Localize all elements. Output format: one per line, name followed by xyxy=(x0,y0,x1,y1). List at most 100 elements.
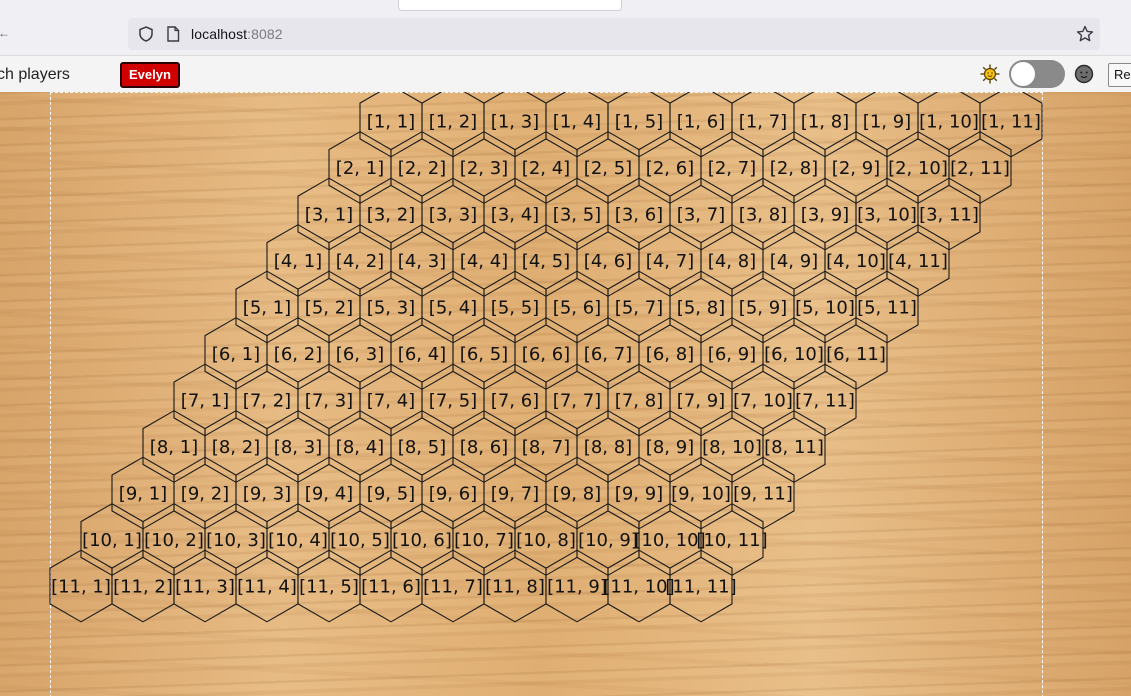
hex-cell-label: [7, 11] xyxy=(795,391,855,412)
hex-cell-label: [8, 1] xyxy=(150,437,198,458)
hex-cell-label: [6, 6] xyxy=(522,344,570,365)
hex-cell-label: [9, 3] xyxy=(243,484,291,505)
hex-cell-label: [7, 4] xyxy=(367,391,415,412)
address-bar[interactable]: localhost:8082 xyxy=(128,18,1100,50)
hex-cell-label: [4, 10] xyxy=(826,251,886,272)
hex-cell-label: [5, 7] xyxy=(615,298,663,319)
hex-cell-label: [3, 6] xyxy=(615,205,663,226)
hex-cell-label: [3, 8] xyxy=(739,205,787,226)
hex-board: [1, 1] [1, 2] [1, 3] [1, 4] [1, 5] [1, 6] [1, … xyxy=(49,92,1043,623)
sun-icon xyxy=(980,64,1000,84)
hex-cell-label: [11, 1] xyxy=(51,577,111,598)
hex-cell-label: [11, 5] xyxy=(299,577,359,598)
hex-cell-label: [9, 2] xyxy=(181,484,229,505)
hex-cell-label: [7, 10] xyxy=(733,391,793,412)
hex-cell-label: [6, 8] xyxy=(646,344,694,365)
hex-cell-label: [10, 9] xyxy=(578,530,638,551)
hex-cell-label: [1, 5] xyxy=(615,112,663,133)
hex-cell-label: [1, 7] xyxy=(739,112,787,133)
hex-cell-label: [11, 11] xyxy=(665,577,736,598)
hex-cell-label: [6, 2] xyxy=(274,344,322,365)
hex-cell-label: [2, 2] xyxy=(398,158,446,179)
hex-cell-label: [9, 10] xyxy=(671,484,731,505)
hex-cell-label: [3, 5] xyxy=(553,205,601,226)
hex-cell-label: [8, 4] xyxy=(336,437,384,458)
hex-cell-label: [2, 8] xyxy=(770,158,818,179)
hex-cell-label: [1, 1] xyxy=(367,112,415,133)
hex-cell-label: [2, 3] xyxy=(460,158,508,179)
hex-cell-label: [3, 7] xyxy=(677,205,725,226)
hex-cell-label: [4, 5] xyxy=(522,251,570,272)
moon-icon xyxy=(1074,64,1094,84)
tab-strip xyxy=(0,0,1131,14)
hex-cell-label: [6, 9] xyxy=(708,344,756,365)
hex-cell-label: [8, 10] xyxy=(702,437,762,458)
hex-cell-label: [6, 11] xyxy=(826,344,886,365)
url-text[interactable]: localhost:8082 xyxy=(191,26,283,42)
hex-cell-label: [8, 3] xyxy=(274,437,322,458)
url-host: localhost xyxy=(191,26,248,42)
hex-cell-label: [11, 3] xyxy=(175,577,235,598)
hex-cell-label: [11, 6] xyxy=(361,577,421,598)
hex-cell-label: [8, 5] xyxy=(398,437,446,458)
hex-cell-label: [4, 11] xyxy=(888,251,948,272)
theme-toggle[interactable] xyxy=(1009,60,1065,88)
hex-cell-label: [7, 5] xyxy=(429,391,477,412)
back-arrow-icon[interactable]: ← xyxy=(0,26,10,42)
reset-button[interactable]: Re xyxy=(1108,63,1131,87)
hex-cell-label: [2, 7] xyxy=(708,158,756,179)
hex-cell-label: [3, 9] xyxy=(801,205,849,226)
hex-cell-label: [11, 4] xyxy=(237,577,297,598)
hex-cell-label: [1, 3] xyxy=(491,112,539,133)
player-badge[interactable]: Evelyn xyxy=(120,62,180,88)
hex-cell-label: [7, 2] xyxy=(243,391,291,412)
hex-cell-label: [8, 11] xyxy=(764,437,824,458)
hex-cell-label: [4, 4] xyxy=(460,251,508,272)
hex-cell-label: [5, 9] xyxy=(739,298,787,319)
hex-cell-label: [4, 8] xyxy=(708,251,756,272)
hex-cell-label: [10, 1] xyxy=(82,530,142,551)
toggle-knob[interactable] xyxy=(1011,62,1035,86)
hex-cell-label: [5, 11] xyxy=(857,298,917,319)
hex-cell-label: [8, 7] xyxy=(522,437,570,458)
hex-cell-label: [10, 3] xyxy=(206,530,266,551)
hex-cell-label: [7, 1] xyxy=(181,391,229,412)
hex-cell-label: [7, 8] xyxy=(615,391,663,412)
hex-cell-label: [9, 4] xyxy=(305,484,353,505)
hex-cell-label: [2, 11] xyxy=(950,158,1010,179)
hex-cell-label: [5, 5] xyxy=(491,298,539,319)
hex-cell-label: [11, 8] xyxy=(485,577,545,598)
hex-cell-label: [9, 7] xyxy=(491,484,539,505)
hex-cell-label: [3, 4] xyxy=(491,205,539,226)
hex-cell-label: [1, 9] xyxy=(863,112,911,133)
hex-cell-label: [11, 7] xyxy=(423,577,483,598)
hex-cell-label: [7, 9] xyxy=(677,391,725,412)
watch-players-label[interactable]: ch players xyxy=(0,66,70,84)
hex-cell-label: [7, 3] xyxy=(305,391,353,412)
hex-cell-label: [8, 6] xyxy=(460,437,508,458)
hex-cell-label: [1, 6] xyxy=(677,112,725,133)
bookmark-star-icon[interactable] xyxy=(1076,25,1094,43)
game-board-area: [1, 1] [1, 2] [1, 3] [1, 4] [1, 5] [1, 6] [1, … xyxy=(0,92,1131,696)
hex-cell-label: [1, 11] xyxy=(981,112,1041,133)
hex-cell-label: [3, 3] xyxy=(429,205,477,226)
hex-cell-label: [4, 3] xyxy=(398,251,446,272)
active-tab[interactable] xyxy=(398,0,622,11)
hex-cell-label: [10, 11] xyxy=(696,530,767,551)
hex-cell-label: [5, 2] xyxy=(305,298,353,319)
shield-icon[interactable] xyxy=(138,26,154,42)
hex-cell-label: [3, 1] xyxy=(305,205,353,226)
hex-cell-label: [6, 5] xyxy=(460,344,508,365)
hex-cell-label: [10, 8] xyxy=(516,530,576,551)
hex-cell-label: [6, 3] xyxy=(336,344,384,365)
hex-cell-label: [6, 4] xyxy=(398,344,446,365)
hex-cell-label: [10, 6] xyxy=(392,530,452,551)
hex-cell-label: [9, 8] xyxy=(553,484,601,505)
hex-cell-label: [8, 9] xyxy=(646,437,694,458)
hex-cell-label: [11, 10] xyxy=(603,577,674,598)
hex-cell-label: [6, 7] xyxy=(584,344,632,365)
hex-cell-label: [5, 10] xyxy=(795,298,855,319)
hex-cell-label: [1, 2] xyxy=(429,112,477,133)
hex-cell-label: [4, 6] xyxy=(584,251,632,272)
hex-cell-label: [9, 1] xyxy=(119,484,167,505)
